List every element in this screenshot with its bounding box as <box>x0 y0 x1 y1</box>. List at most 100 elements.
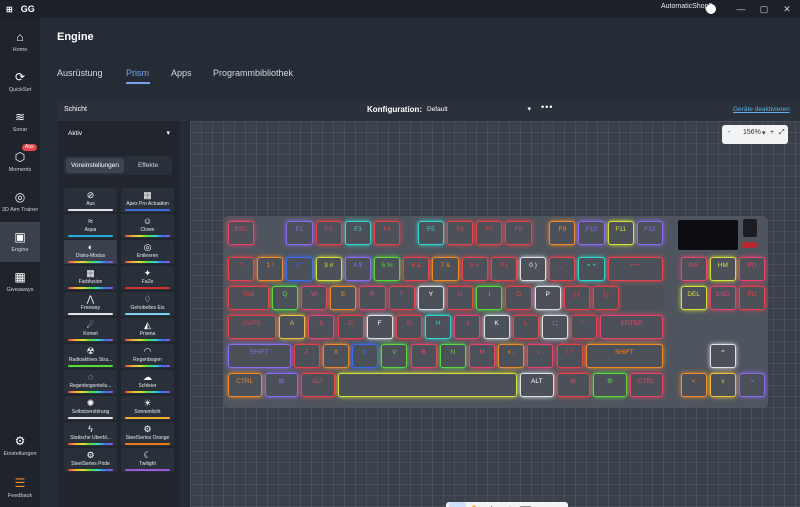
effect-tile[interactable]: ◠ Regenbogen <box>121 344 174 368</box>
keyboard-key[interactable]: F11 <box>607 221 634 245</box>
keyboard-key[interactable]: CTRL <box>629 373 663 397</box>
keyboard-key[interactable]: ⚙ <box>593 373 627 397</box>
keyboard-key[interactable]: \ | <box>622 286 663 310</box>
keyboard-key[interactable]: v <box>709 373 736 397</box>
keyboard-key[interactable]: F1 <box>286 221 313 245</box>
keyboard-key[interactable]: F <box>366 315 393 339</box>
keyboard-key[interactable]: X <box>322 344 350 368</box>
keyboard-key[interactable]: 0 ) <box>520 257 547 281</box>
keyboard-key[interactable]: / ? <box>556 344 583 368</box>
keyboard-key[interactable]: Y <box>417 286 444 310</box>
more-options-icon[interactable]: ••• <box>541 102 553 112</box>
media-button[interactable] <box>742 242 757 248</box>
keyboard-key[interactable]: F12 <box>636 221 663 245</box>
tab-prism[interactable]: Prism <box>126 68 149 78</box>
keyboard-key[interactable]: ALT <box>520 373 554 397</box>
keyboard-key[interactable]: F8 <box>505 221 532 245</box>
keyboard-key[interactable]: 9 ( <box>490 257 517 281</box>
disable-devices-link[interactable]: Geräte deaktivieren <box>733 106 790 113</box>
maximize-button[interactable]: ▢ <box>757 2 771 16</box>
keyboard-key[interactable]: F2 <box>315 221 342 245</box>
sidebar-item-engine[interactable]: ▣ Engine <box>0 222 40 262</box>
keyboard-key[interactable]: S <box>308 315 335 339</box>
keyboard-key[interactable]: F4 <box>374 221 401 245</box>
effect-tile[interactable]: ☾ Twilight <box>121 448 174 472</box>
effect-tile[interactable]: ☄ Komet <box>64 318 117 342</box>
tab-apps[interactable]: Apps <box>171 68 192 78</box>
tab-programmbibliothek[interactable]: Programmbibliothek <box>213 68 293 78</box>
keyboard-tool-icon[interactable]: ⌨ <box>517 502 534 507</box>
effect-tile[interactable]: ◎ Entleeren <box>121 240 174 264</box>
keyboard-key[interactable]: CAPS <box>228 315 277 339</box>
keyboard-canvas[interactable]: - 156% ▾ + ⤢ ESC F1 F2 F3 F4 F5 F6 F7 F8 F9 F10 F11… <box>190 121 800 507</box>
fit-screen-icon[interactable]: ⤢ <box>779 129 785 137</box>
keyboard-key[interactable]: E <box>330 286 357 310</box>
keyboard-key[interactable]: M <box>468 344 496 368</box>
keyboard-key[interactable]: : ; <box>541 315 569 339</box>
effect-tile[interactable]: ⚙ SteelSeries Orange <box>121 422 174 446</box>
keyboard-key[interactable]: Z <box>293 344 320 368</box>
keyboard-key[interactable]: " ' <box>571 315 598 339</box>
keyboard-key[interactable]: = + <box>578 257 605 281</box>
effect-tile[interactable]: ♢ Gehobeltes Eis <box>121 292 174 316</box>
close-button[interactable]: ✕ <box>780 2 794 16</box>
zoom-value[interactable]: 156% <box>743 129 761 136</box>
keyboard-key[interactable]: < <box>680 373 707 397</box>
effect-tile[interactable]: ▦ Apex Pro Actuation <box>121 188 174 212</box>
sidebar-item-home[interactable]: ⌂ Home <box>0 22 40 62</box>
effect-tile[interactable]: ≈ Aqua <box>64 214 117 238</box>
keyboard-key[interactable]: F9 <box>549 221 576 245</box>
keyboard-key[interactable]: ENTER <box>600 315 663 339</box>
reset-tool-icon[interactable]: ↺ <box>500 502 517 507</box>
effect-tile[interactable]: ▦ Farbfusion <box>64 266 117 290</box>
keyboard-key[interactable]: T <box>388 286 415 310</box>
effect-tile[interactable]: ☢ Radioaktives Stra... <box>64 344 117 368</box>
keyboard-key[interactable]: 7 & <box>432 257 459 281</box>
keyboard-key[interactable]: R <box>359 286 386 310</box>
keyboard-key[interactable]: P <box>534 286 561 310</box>
keyboard-key[interactable]: Q <box>271 286 298 310</box>
keyboard-key[interactable]: 2 " <box>286 257 313 281</box>
keyboard-key[interactable]: O <box>505 286 532 310</box>
layer-select[interactable]: Aktiv ▾ <box>62 126 175 141</box>
effect-tile[interactable]: ☀ Sonnenlicht <box>121 396 174 420</box>
zoom-in-button[interactable]: + <box>770 129 774 136</box>
keyboard-key[interactable]: F3 <box>344 221 371 245</box>
keyboard-key[interactable] <box>337 373 517 397</box>
keyboard-key[interactable]: B <box>410 344 437 368</box>
keyboard-key[interactable]: ESC <box>228 221 255 245</box>
keyboard-key[interactable]: I <box>476 286 503 310</box>
keyboard-key[interactable]: L <box>512 315 539 339</box>
zoom-out-button[interactable]: - <box>728 129 730 136</box>
volume-roller[interactable] <box>743 219 757 237</box>
keyboard-key[interactable]: _ - <box>549 257 576 281</box>
sidebar-item-aim-trainer[interactable]: ◎ 3D Aim Trainer <box>0 182 40 222</box>
keyboard-key[interactable]: CTRL <box>228 373 262 397</box>
keyboard-key[interactable]: K <box>483 315 510 339</box>
keyboard-key[interactable]: ⊞ <box>556 373 590 397</box>
keyboard-key[interactable]: SHIFT <box>585 344 663 368</box>
avatar[interactable] <box>706 4 716 14</box>
config-select[interactable]: Default ▾ <box>427 103 533 117</box>
sidebar-item-giveaways[interactable]: ▦ Giveaways <box>0 262 40 302</box>
keyboard-key[interactable]: ⊞ <box>264 373 298 397</box>
select-tool-icon[interactable]: ↖ <box>449 502 466 507</box>
hand-tool-icon[interactable]: ✋ <box>466 502 483 507</box>
keyboard-key[interactable]: ALT <box>301 373 335 397</box>
keyboard-key[interactable]: ^ <box>228 257 255 281</box>
keyboard-key[interactable]: 1 ! <box>257 257 284 281</box>
keyboard-key[interactable]: 8 + <box>461 257 488 281</box>
sidebar-item-quickset[interactable]: ⟳ QuickSet <box>0 62 40 102</box>
keyboard-key[interactable]: ^ <box>709 344 736 368</box>
keyboard-key[interactable]: G <box>395 315 423 339</box>
keyboard-key[interactable]: J <box>454 315 481 339</box>
keyboard-key[interactable]: F5 <box>417 221 444 245</box>
tab-effects[interactable]: Effekte <box>126 158 170 173</box>
keyboard-key[interactable]: F10 <box>578 221 605 245</box>
tab-ausruestung[interactable]: Ausrüstung <box>57 68 103 78</box>
keyboard-key[interactable]: C <box>352 344 379 368</box>
keyboard-key[interactable]: > . <box>527 344 554 368</box>
keyboard-key[interactable]: U <box>447 286 474 310</box>
keyboard-key[interactable]: DEL <box>680 286 707 310</box>
keyboard-key[interactable]: W <box>301 286 328 310</box>
